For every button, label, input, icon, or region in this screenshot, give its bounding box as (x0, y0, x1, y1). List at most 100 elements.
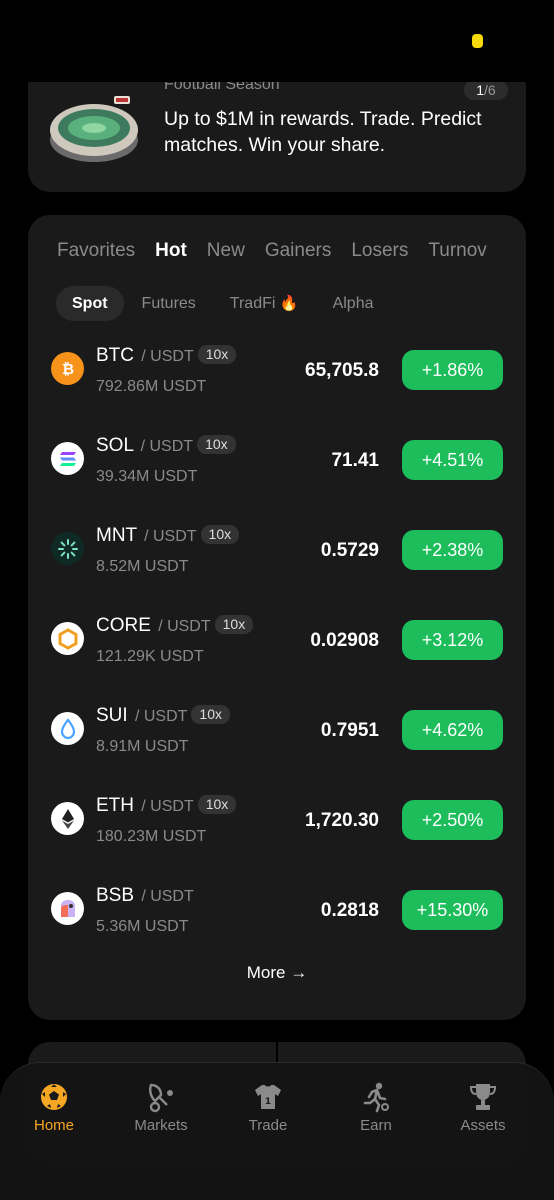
row-change-badge: +2.38% (402, 530, 503, 570)
nav-assets[interactable]: Assets (433, 1081, 533, 1134)
row-quote: / USDT (140, 438, 194, 455)
market-subtabs: Spot Futures TradFi 🔥 Alpha (56, 286, 392, 321)
market-row-sol[interactable]: SOL / USDT 10x 39.34M USDT 71.41 +4.51% (28, 430, 526, 520)
tab-new[interactable]: New (207, 240, 245, 262)
market-row-core[interactable]: CORE / USDT 10x 121.29K USDT 0.02908 +3.1… (28, 610, 526, 700)
market-list: ₿ BTC / USDT 10x 792.86M USDT 65,705.8 +1… (28, 340, 526, 970)
nav-label: Markets (134, 1117, 188, 1134)
subtab-spot[interactable]: Spot (56, 286, 124, 321)
trophy-icon (469, 1084, 497, 1110)
market-row-sui[interactable]: SUI / USDT 10x 8.91M USDT 0.7951 +4.62% (28, 700, 526, 790)
row-price: 65,705.8 (305, 360, 379, 381)
row-volume: 5.36M USDT (96, 918, 189, 935)
soccer-ball-icon (41, 1084, 67, 1110)
row-change-badge: +4.51% (402, 440, 503, 480)
row-change-badge: +15.30% (402, 890, 503, 930)
tab-favorites[interactable]: Favorites (57, 240, 135, 262)
market-row-btc[interactable]: ₿ BTC / USDT 10x 792.86M USDT 65,705.8 +1… (28, 340, 526, 430)
leverage-badge: 10x (214, 615, 254, 634)
nav-earn[interactable]: Earn (326, 1081, 426, 1134)
bottom-nav: Home Markets 1 Trade Earn Assets (0, 1062, 554, 1200)
jersey-icon: 1 (255, 1085, 281, 1109)
row-symbol: SOL (96, 435, 134, 456)
nav-label: Earn (360, 1117, 392, 1134)
market-row-eth[interactable]: ETH / USDT 10x 180.23M USDT 1,720.30 +2.5… (28, 790, 526, 880)
pager-total: /6 (484, 82, 496, 98)
bsb-icon (51, 892, 84, 925)
row-quote: / USDT (141, 348, 194, 365)
row-quote: / USDT (158, 618, 211, 635)
bitcoin-icon: ₿ (51, 352, 84, 385)
subtab-tradfi-label: TradFi (229, 295, 276, 312)
nav-home[interactable]: Home (4, 1081, 104, 1134)
row-price: 1,720.30 (305, 810, 379, 831)
row-price: 0.2818 (320, 900, 379, 921)
row-symbol-line: ETH / USDT 10x (96, 795, 237, 817)
market-row-bsb[interactable]: BSB / USDT 5.36M USDT 0.2818 +15.30% (28, 880, 526, 970)
leverage-badge: 10x (200, 525, 240, 544)
row-price: 0.02908 (310, 630, 379, 651)
tab-gainers[interactable]: Gainers (265, 240, 332, 262)
market-card: Favorites Hot New Gainers Losers Turnov Spot F… (28, 215, 526, 1020)
row-quote: / USDT (134, 708, 188, 725)
row-change-badge: +3.12% (402, 620, 503, 660)
row-symbol: SUI (96, 705, 128, 726)
leverage-badge: 10x (191, 705, 230, 724)
status-indicator-dot (472, 34, 483, 48)
row-quote: / USDT (141, 888, 194, 905)
fire-icon: 🔥 (279, 295, 299, 312)
row-symbol-line: MNT / USDT 10x (96, 525, 240, 547)
nav-label: Assets (460, 1117, 506, 1134)
leverage-badge: 10x (197, 795, 237, 814)
subtab-futures[interactable]: Futures (126, 286, 212, 321)
row-symbol-line: CORE / USDT 10x (96, 615, 254, 637)
row-symbol: BSB (96, 885, 135, 906)
row-volume: 8.52M USDT (96, 558, 189, 575)
row-change-badge: +2.50% (402, 800, 503, 840)
row-quote: / USDT (144, 528, 197, 545)
market-tabs: Favorites Hot New Gainers Losers Turnov (57, 240, 507, 262)
row-price: 71.41 (331, 450, 379, 471)
tab-turnover[interactable]: Turnov (428, 240, 486, 262)
stadium-icon (50, 96, 138, 162)
banner-text: Up to $1M in rewards. Trade. Predict mat… (164, 108, 482, 156)
core-icon (51, 622, 84, 655)
row-symbol-line: BTC / USDT 10x (96, 345, 237, 367)
tab-hot[interactable]: Hot (155, 240, 187, 262)
leverage-badge: 10x (197, 435, 236, 454)
row-symbol: ETH (96, 795, 134, 816)
row-price: 0.7951 (320, 720, 379, 741)
row-symbol-line: SOL / USDT 10x (96, 435, 236, 457)
row-volume: 792.86M USDT (96, 378, 207, 395)
banner-pager: 1/6 (464, 80, 508, 100)
row-change-badge: +4.62% (402, 710, 503, 750)
row-symbol-line: SUI / USDT 10x (96, 705, 230, 727)
row-volume: 180.23M USDT (96, 828, 207, 845)
row-volume: 8.91M USDT (96, 738, 189, 755)
row-price: 0.5729 (320, 540, 379, 561)
status-bar (0, 0, 554, 82)
svg-text:₿: ₿ (61, 360, 73, 378)
subtab-tradfi[interactable]: TradFi 🔥 (214, 286, 315, 321)
nav-markets[interactable]: Markets (111, 1081, 211, 1134)
row-symbol-line: BSB / USDT (96, 885, 194, 907)
subtab-alpha[interactable]: Alpha (317, 286, 390, 321)
runner-icon (363, 1082, 389, 1113)
row-symbol: CORE (96, 615, 151, 636)
more-button[interactable]: More → (28, 963, 526, 983)
tab-losers[interactable]: Losers (351, 240, 408, 262)
svg-text:1: 1 (265, 1097, 271, 1107)
pager-current: 1 (476, 82, 485, 98)
row-change-badge: +1.86% (402, 350, 503, 390)
solana-icon (51, 442, 84, 475)
more-label: More (246, 963, 286, 982)
nav-trade[interactable]: 1 Trade (218, 1081, 318, 1134)
row-quote: / USDT (141, 798, 194, 815)
row-volume: 121.29K USDT (96, 648, 204, 665)
row-symbol: MNT (96, 525, 137, 546)
sui-icon (51, 712, 84, 745)
markets-icon (149, 1083, 173, 1113)
row-volume: 39.34M USDT (96, 468, 198, 485)
nav-label: Home (33, 1117, 74, 1134)
market-row-mnt[interactable]: MNT / USDT 10x 8.52M USDT 0.5729 +2.38% (28, 520, 526, 610)
